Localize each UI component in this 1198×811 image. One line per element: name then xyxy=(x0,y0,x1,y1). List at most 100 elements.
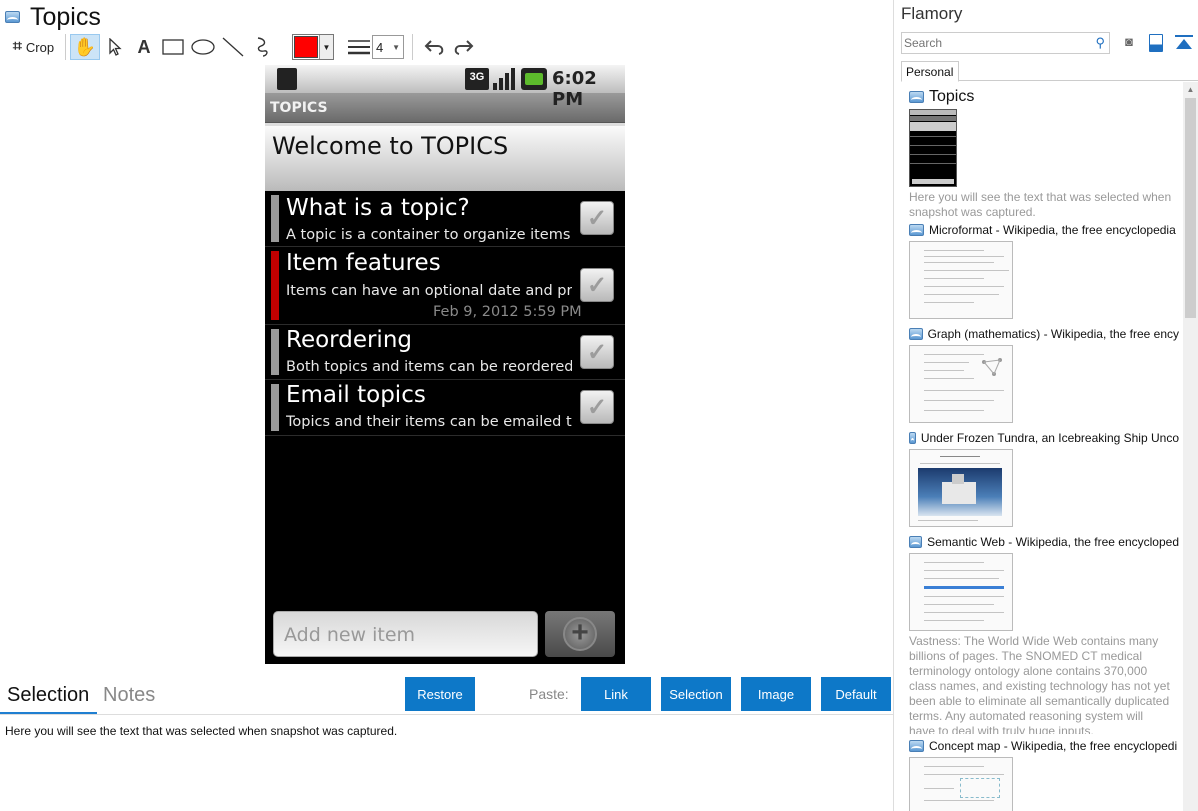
crop-button[interactable]: ⌗ Crop xyxy=(6,34,61,60)
snapshot-title: Under Frozen Tundra, an Icebreaking Ship… xyxy=(920,431,1179,445)
snapshot-title: Graph (mathematics) - Wikipedia, the fre… xyxy=(927,327,1179,341)
snapshot-image[interactable]: 3G 6:02 PM TOPICS Welcome to TOPICS What… xyxy=(265,65,625,664)
phone-time: 6:02 PM xyxy=(552,68,597,110)
snapshot-item[interactable]: Concept map - Wikipedia, the free encycl… xyxy=(909,738,1179,811)
list-item[interactable]: Email topics Topics and their items can … xyxy=(265,380,625,436)
check-icon: ✓ xyxy=(586,204,608,232)
pointer-tool-button[interactable] xyxy=(100,34,130,60)
scrollbar-thumb[interactable] xyxy=(1185,98,1196,318)
text-tool-button[interactable]: A xyxy=(130,34,158,60)
page-icon xyxy=(909,740,924,752)
line-width-value: 4 xyxy=(376,39,384,55)
check-icon: ✓ xyxy=(586,271,608,299)
snapshot-item[interactable]: Microformat - Wikipedia, the free encycl… xyxy=(909,222,1179,319)
page-icon xyxy=(909,224,924,236)
line-width-icon xyxy=(346,34,372,60)
snapshot-title: Microformat - Wikipedia, the free encycl… xyxy=(929,223,1176,237)
plus-icon: + xyxy=(563,617,597,651)
ellipse-icon xyxy=(191,39,215,55)
hand-tool-button[interactable]: ✋ xyxy=(70,34,100,60)
list-item[interactable]: Reordering Both topics and items can be … xyxy=(265,325,625,380)
hand-icon: ✋ xyxy=(73,36,97,57)
sd-card-icon xyxy=(277,68,297,90)
check-icon: ✓ xyxy=(586,393,608,421)
phone-status-bar: 3G 6:02 PM xyxy=(265,65,625,110)
snapshot-thumbnail xyxy=(909,449,1013,527)
line-tool-button[interactable] xyxy=(218,34,248,60)
undo-button[interactable] xyxy=(421,34,449,60)
list-item-title: Item features xyxy=(286,250,441,276)
add-item-button[interactable]: + xyxy=(545,611,615,657)
list-item-accent xyxy=(271,195,279,242)
snapshot-description: Vastness: The World Wide Web contains ma… xyxy=(909,634,1170,734)
page-icon xyxy=(909,432,916,444)
list-item-desc: Both topics and items can be reordered b… xyxy=(286,359,572,375)
search-icon: ⚲ xyxy=(1095,35,1105,50)
list-item-desc: Items can have an optional date and prio… xyxy=(286,283,572,299)
snapshot-thumbnail xyxy=(909,345,1013,423)
pointer-icon xyxy=(109,38,122,56)
document-icon[interactable] xyxy=(1149,34,1163,52)
freehand-tool-button[interactable] xyxy=(248,34,278,60)
rectangle-icon xyxy=(162,39,184,55)
chevron-down-icon: ▼ xyxy=(319,35,333,59)
battery-icon xyxy=(521,68,547,90)
search-input[interactable] xyxy=(902,33,1082,53)
rectangle-tool-button[interactable] xyxy=(158,34,188,60)
freehand-icon xyxy=(257,37,268,57)
line-width-select[interactable]: 4 ▼ xyxy=(372,35,404,59)
list-item[interactable]: What is a topic? A topic is a container … xyxy=(265,191,625,247)
tab-notes[interactable]: Notes xyxy=(103,684,155,707)
snapshot-thumbnail xyxy=(909,109,957,187)
list-item[interactable]: Item features Items can have an optional… xyxy=(265,247,625,325)
snapshot-item[interactable]: Semantic Web - Wikipedia, the free encyc… xyxy=(909,534,1179,734)
selection-text[interactable]: Here you will see the text that was sele… xyxy=(5,724,397,738)
snapshot-item[interactable]: Topics Here you will see the text that w… xyxy=(909,88,1179,220)
page-icon xyxy=(909,328,923,340)
snapshot-description: Here you will see the text that was sele… xyxy=(909,190,1172,219)
paste-selection-button[interactable]: Selection xyxy=(661,677,731,711)
redo-button[interactable] xyxy=(449,34,477,60)
scrollbar[interactable]: ▲ xyxy=(1183,82,1198,811)
line-icon xyxy=(222,37,244,57)
snapshot-thumbnail xyxy=(909,553,1013,631)
restore-button[interactable]: Restore xyxy=(405,677,475,711)
list-item-accent xyxy=(271,384,279,431)
snapshot-thumbnail xyxy=(909,757,1013,811)
checkbox[interactable]: ✓ xyxy=(580,268,614,302)
paste-link-button[interactable]: Link xyxy=(581,677,651,711)
snapshot-title: Semantic Web - Wikipedia, the free encyc… xyxy=(927,535,1179,549)
app-icon xyxy=(5,11,20,23)
camera-icon[interactable]: ◙ xyxy=(1120,34,1138,52)
tab-personal[interactable]: Personal xyxy=(901,61,959,82)
crop-icon: ⌗ xyxy=(12,38,22,55)
ellipse-tool-button[interactable] xyxy=(188,34,218,60)
add-item-input[interactable]: Add new item xyxy=(273,611,538,657)
chevron-down-icon: ▼ xyxy=(392,42,400,52)
list-item-desc: Topics and their items can be emailed to… xyxy=(286,414,572,430)
snapshot-thumbnail xyxy=(909,241,1013,319)
check-icon: ✓ xyxy=(586,338,608,366)
search-box[interactable]: ⚲ xyxy=(901,32,1110,54)
paste-image-button[interactable]: Image xyxy=(741,677,811,711)
color-picker[interactable]: ▼ xyxy=(292,34,334,60)
crop-label: Crop xyxy=(25,39,55,55)
list-item-title: Email topics xyxy=(286,382,426,408)
tab-selection[interactable]: Selection xyxy=(0,678,97,714)
text-tool-icon: A xyxy=(137,36,151,57)
collapse-icon[interactable] xyxy=(1175,35,1193,53)
bottom-bar: Selection Notes Restore Paste: Link Sele… xyxy=(0,677,893,714)
phone-input-bar: Add new item + xyxy=(265,603,625,664)
list-item-accent xyxy=(271,251,279,320)
undo-icon xyxy=(424,40,444,55)
checkbox[interactable]: ✓ xyxy=(580,201,614,235)
color-swatch xyxy=(294,36,318,58)
checkbox[interactable]: ✓ xyxy=(580,390,614,424)
list-item-title: What is a topic? xyxy=(286,195,470,221)
page-icon xyxy=(909,91,924,103)
snapshot-item[interactable]: Graph (mathematics) - Wikipedia, the fre… xyxy=(909,326,1179,423)
signal-icon xyxy=(493,68,515,90)
checkbox[interactable]: ✓ xyxy=(580,335,614,369)
snapshot-item[interactable]: Under Frozen Tundra, an Icebreaking Ship… xyxy=(909,430,1179,527)
paste-default-button[interactable]: Default xyxy=(821,677,891,711)
